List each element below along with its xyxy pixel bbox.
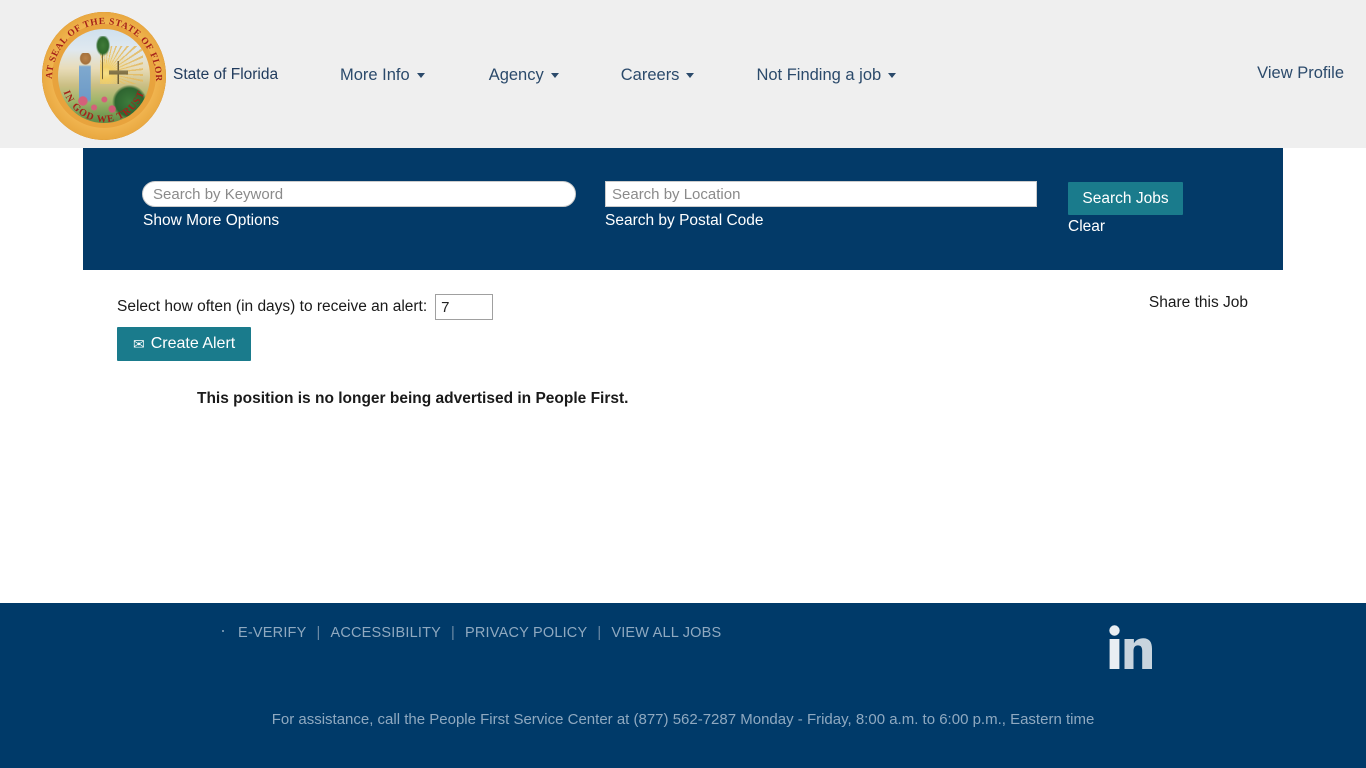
chevron-down-icon — [550, 73, 559, 78]
seal-ring-text: GREAT SEAL OF THE STATE OF FLORIDA IN GO… — [42, 12, 163, 126]
view-profile-link[interactable]: View Profile — [1257, 64, 1344, 83]
create-alert-button[interactable]: ✉ Create Alert — [117, 327, 252, 361]
chevron-down-icon — [416, 73, 425, 78]
footer-assistance-text: For assistance, call the People First Se… — [271, 711, 1095, 728]
job-search-bar: Show More Options Search by Postal Code … — [83, 148, 1283, 270]
nav-label-careers: Careers — [620, 66, 680, 84]
seal-top-text: GREAT SEAL OF THE STATE OF FLORIDA — [42, 12, 163, 82]
seal-bottom-text: IN GOD WE TRUST — [61, 89, 148, 126]
share-this-job-link[interactable]: Share this Job — [1149, 294, 1248, 312]
create-alert-label: Create Alert — [150, 335, 236, 352]
linkedin-icon[interactable] — [1108, 624, 1152, 670]
footer-separator: | — [597, 625, 602, 641]
position-unavailable-message: This position is no longer being adverti… — [197, 390, 629, 407]
show-more-options-link[interactable]: Show More Options — [143, 212, 279, 230]
footer-link-privacy-policy[interactable]: PRIVACY POLICY — [465, 625, 587, 641]
footer-links: E-VERIFY | ACCESSIBILITY | PRIVACY POLIC… — [222, 625, 721, 641]
alert-frequency-label: Select how often (in days) to receive an… — [117, 298, 428, 315]
footer-link-e-verify[interactable]: E-VERIFY — [238, 625, 306, 641]
job-alert-frequency-row: Select how often (in days) to receive an… — [117, 294, 494, 320]
nav-label-agency: Agency — [488, 66, 544, 84]
footer-bullet-icon — [222, 630, 224, 632]
search-jobs-button[interactable]: Search Jobs — [1068, 182, 1183, 215]
site-footer: E-VERIFY | ACCESSIBILITY | PRIVACY POLIC… — [0, 603, 1366, 768]
brand-name: State of Florida — [173, 66, 279, 83]
search-keyword-input[interactable] — [142, 181, 576, 207]
chevron-down-icon — [888, 73, 897, 78]
nav-item-careers[interactable]: Careers — [621, 62, 695, 89]
site-header: GREAT SEAL OF THE STATE OF FLORIDA IN GO… — [0, 0, 1366, 148]
footer-separator: | — [316, 625, 321, 641]
search-location-input[interactable] — [605, 181, 1037, 207]
nav-item-more-info[interactable]: More Info — [340, 62, 425, 89]
chevron-down-icon — [686, 73, 695, 78]
nav-item-not-finding-a-job[interactable]: Not Finding a job — [756, 62, 897, 89]
footer-link-view-all-jobs[interactable]: VIEW ALL JOBS — [611, 625, 721, 641]
envelope-icon: ✉ — [133, 336, 145, 352]
nav-label-more-info: More Info — [340, 66, 410, 84]
nav-label-not-finding-a-job: Not Finding a job — [756, 66, 882, 84]
nav-item-agency[interactable]: Agency — [489, 62, 559, 89]
main-navigation: More Info Agency Careers Not Finding a j… — [340, 62, 897, 89]
clear-search-link[interactable]: Clear — [1068, 218, 1105, 236]
florida-state-seal-icon: GREAT SEAL OF THE STATE OF FLORIDA IN GO… — [42, 12, 166, 140]
search-by-postal-code-link[interactable]: Search by Postal Code — [605, 212, 764, 230]
footer-link-accessibility[interactable]: ACCESSIBILITY — [330, 625, 441, 641]
alert-days-input[interactable] — [435, 294, 494, 320]
footer-separator: | — [451, 625, 456, 641]
